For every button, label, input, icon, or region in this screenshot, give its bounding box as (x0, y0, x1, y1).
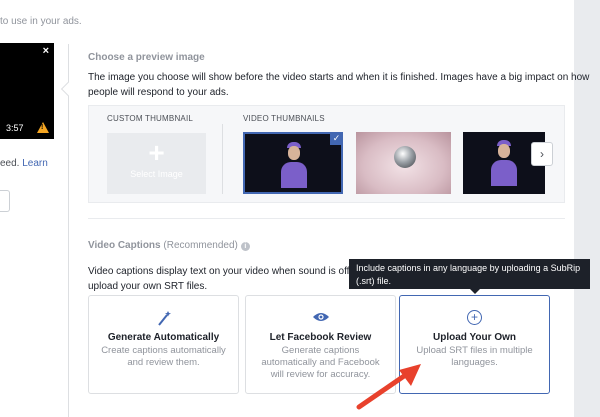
panel-divider (222, 124, 223, 194)
plus-icon: + (148, 137, 165, 168)
tooltip-arrow (470, 289, 480, 294)
sphere-image (394, 146, 416, 168)
video-preview[interactable]: × 3:57 ! (0, 43, 54, 139)
red-arrow-annotation (356, 364, 421, 410)
top-helper-text: to use in your ads. (0, 16, 82, 27)
right-gray-area (574, 0, 600, 417)
left-note: eed. Learn (0, 158, 48, 169)
close-icon[interactable]: × (43, 45, 49, 57)
eye-icon (246, 310, 395, 326)
magic-wand-icon (89, 310, 238, 326)
custom-thumbnail-label: CUSTOM THUMBNAIL (107, 114, 194, 123)
preview-description: The image you choose will show before th… (88, 72, 590, 98)
video-thumbnail-1[interactable]: ✓ (243, 132, 343, 194)
upload-tooltip: Include captions in any language by uplo… (349, 259, 590, 289)
plus-circle-icon: + (467, 310, 482, 325)
video-thumbnail-2[interactable] (356, 132, 451, 194)
captions-title: Video Captions (Recommended) i (88, 240, 250, 251)
panel-notch (60, 81, 76, 97)
learn-link[interactable]: Learn (22, 158, 48, 169)
thumbnail-panel: CUSTOM THUMBNAIL + Select Image VIDEO TH… (88, 105, 565, 203)
left-button[interactable] (0, 190, 10, 212)
video-thumbnails-label: VIDEO THUMBNAILS (243, 114, 325, 123)
vertical-divider (68, 44, 69, 417)
check-icon: ✓ (330, 134, 341, 145)
generate-automatically-card[interactable]: Generate Automatically Create captions a… (88, 295, 239, 394)
section-separator (88, 218, 565, 219)
video-duration: 3:57 (6, 123, 24, 133)
warning-icon: ! (37, 122, 49, 133)
captions-description: Video captions display text on your vide… (88, 266, 367, 292)
next-thumbnails-button[interactable]: › (531, 142, 553, 166)
select-image-button[interactable]: + Select Image (107, 133, 206, 194)
select-image-label: Select Image (130, 169, 183, 179)
info-icon[interactable]: i (240, 242, 250, 251)
preview-title: Choose a preview image (88, 52, 205, 63)
